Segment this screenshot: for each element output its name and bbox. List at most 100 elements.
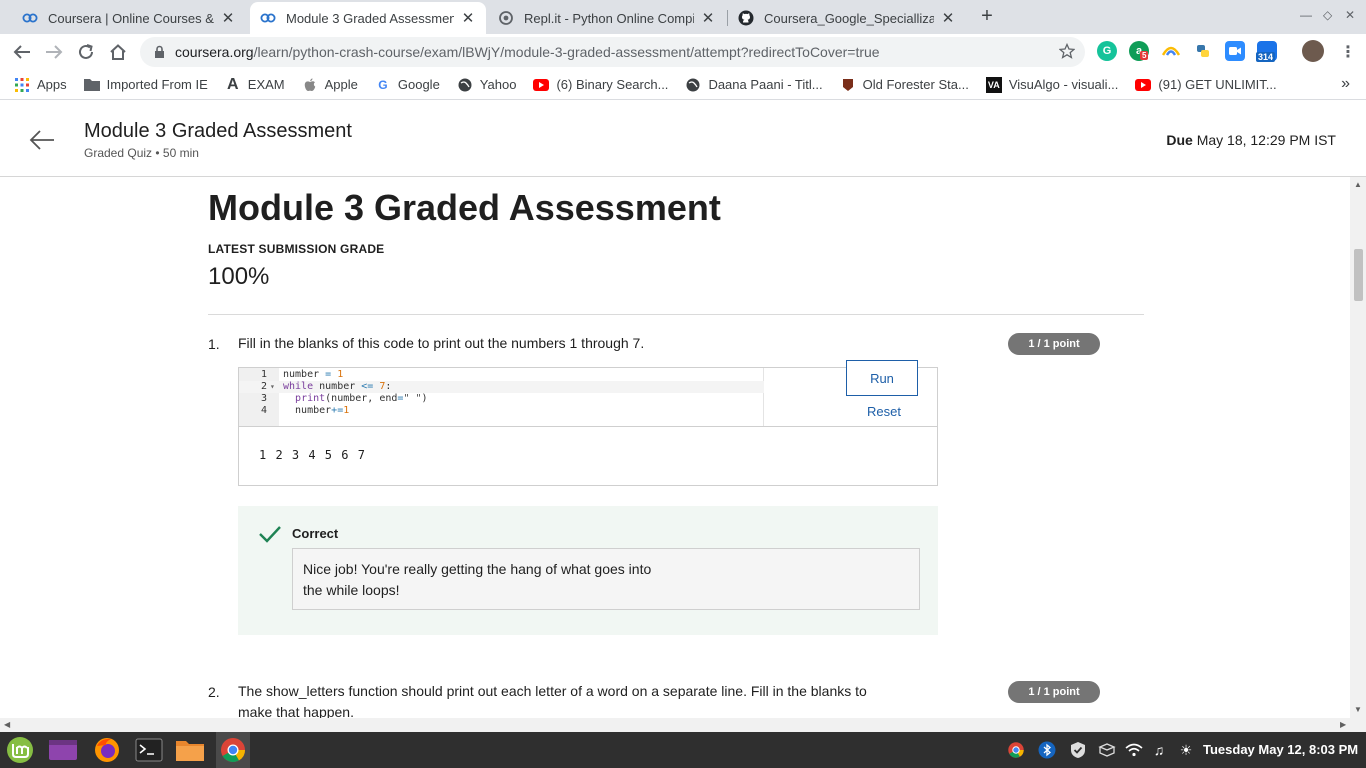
bookmark-old-forester[interactable]: Old Forester Sta... [840, 77, 969, 93]
reset-link[interactable]: Reset [867, 404, 901, 419]
tab-module-3[interactable]: Module 3 Graded Assessment ✕ [250, 2, 486, 34]
due-value: May 18, 12:29 PM IST [1196, 132, 1336, 148]
close-tab-icon[interactable]: ✕ [220, 9, 236, 27]
github-icon [738, 10, 754, 26]
calendar-extension-icon[interactable]: 314 [1256, 41, 1277, 62]
clock[interactable]: Tuesday May 12, 8:03 PM [1203, 742, 1358, 757]
tab-github[interactable]: Coursera_Google_Speciallizat ✕ [728, 2, 966, 34]
due-label: Due [1166, 132, 1193, 148]
restore-icon[interactable]: ◇ [1323, 8, 1332, 22]
files-icon[interactable] [174, 734, 206, 766]
bookmarks-bar: Apps Imported From IE A EXAM Apple G Goo… [0, 70, 1366, 100]
bookmark-apple[interactable]: Apple [302, 77, 358, 93]
run-button[interactable]: Run [846, 360, 918, 396]
close-tab-icon[interactable]: ✕ [940, 9, 956, 27]
avatar[interactable] [1302, 40, 1324, 62]
shield-icon[interactable] [1068, 740, 1088, 760]
desktop-icon[interactable] [47, 734, 79, 766]
points-badge: 1 / 1 point [1008, 333, 1100, 355]
close-tab-icon[interactable]: ✕ [700, 9, 716, 27]
back-arrow-icon[interactable] [28, 128, 56, 152]
tab-replit[interactable]: Repl.it - Python Online Compil ✕ [488, 2, 726, 34]
arc-extension-icon[interactable] [1161, 41, 1181, 61]
bookmark-google[interactable]: G Google [375, 77, 440, 93]
feedback-status: Correct [292, 526, 339, 541]
star-icon[interactable] [1058, 42, 1076, 62]
line-number: 2 [260, 381, 267, 392]
vertical-scrollbar[interactable]: ▲ ▼ [1350, 177, 1366, 718]
fold-arrow-icon[interactable]: ▾ [270, 381, 275, 393]
code-line: 1 number = 1 [239, 369, 764, 381]
code-area[interactable]: 1 number = 1 2 ▾ while number <= 7: 3 pr… [239, 368, 764, 426]
music-note-icon[interactable]: ♫ [1149, 740, 1169, 760]
firefox-icon[interactable] [91, 734, 123, 766]
coursera-icon [260, 10, 276, 26]
scroll-right-icon[interactable]: ▶ [1340, 720, 1346, 729]
forward-icon[interactable] [42, 40, 66, 64]
brightness-icon[interactable]: ☀ [1176, 740, 1196, 760]
question-number: 1. [208, 336, 220, 352]
bookmark-imported-from-ie[interactable]: Imported From IE [83, 77, 208, 93]
bookmark-daana-paani[interactable]: Daana Paani - Titl... [685, 77, 823, 93]
scroll-left-icon[interactable]: ◀ [4, 720, 10, 729]
code-output: 1 2 3 4 5 6 7 [259, 448, 366, 462]
address-bar[interactable]: coursera.org/learn/python-crash-course/e… [140, 37, 1085, 67]
assessment-heading: Module 3 Graded Assessment [208, 187, 721, 228]
reload-icon[interactable] [74, 40, 98, 64]
bookmark-yahoo[interactable]: Yahoo [457, 77, 517, 93]
bluetooth-icon[interactable] [1037, 740, 1057, 760]
bookmark-label: Apple [324, 77, 358, 92]
bookmark-label: (6) Binary Search... [556, 77, 669, 92]
scroll-down-icon[interactable]: ▼ [1354, 705, 1362, 714]
bookmark-get-unlimited[interactable]: (91) GET UNLIMIT... [1135, 77, 1277, 93]
mint-menu-icon[interactable] [4, 734, 36, 766]
close-window-icon[interactable]: ✕ [1345, 8, 1355, 22]
line-number: 4 [260, 405, 267, 416]
scrollbar-thumb[interactable] [1354, 249, 1363, 301]
minimize-icon[interactable]: — [1300, 8, 1312, 22]
taskbar: ♫ ☀ Tuesday May 12, 8:03 PM [0, 732, 1366, 768]
bookmark-label: Old Forester Sta... [862, 77, 969, 92]
zoom-icon[interactable] [1225, 41, 1245, 61]
more-bookmarks-button[interactable]: » [1341, 75, 1350, 93]
tab-title: Coursera | Online Courses & C [48, 10, 214, 26]
wifi-icon[interactable] [1124, 740, 1144, 760]
chrome-tray-icon[interactable] [1006, 740, 1026, 760]
feedback-panel: Correct Nice job! You're really getting … [238, 506, 938, 635]
scroll-up-icon[interactable]: ▲ [1354, 180, 1362, 189]
home-icon[interactable] [106, 40, 130, 64]
menu-icon[interactable]: ⋮ [1340, 42, 1356, 62]
code-line: 4 number+=1 [239, 405, 764, 417]
extension-a-icon[interactable]: a 5 [1129, 41, 1149, 61]
points-badge: 1 / 1 point [1008, 681, 1100, 703]
code-text: number = 1 [283, 369, 344, 380]
question-number: 2. [208, 684, 220, 700]
bookmark-label: (91) GET UNLIMIT... [1158, 77, 1277, 92]
code-editor: 1 number = 1 2 ▾ while number <= 7: 3 pr… [238, 360, 938, 486]
visualgo-icon: VA [985, 76, 1002, 93]
bookmark-label: Daana Paani - Titl... [708, 77, 823, 92]
horizontal-scrollbar[interactable]: ◀ ▶ [0, 718, 1366, 732]
browser-toolbar: coursera.org/learn/python-crash-course/e… [0, 34, 1366, 70]
bookmark-visualgo[interactable]: VA VisuAlgo - visuali... [985, 76, 1118, 93]
bookmark-binary-search[interactable]: (6) Binary Search... [533, 77, 668, 93]
network-card-icon[interactable] [1097, 740, 1117, 760]
output-divider [239, 426, 937, 427]
apps-grid-icon [14, 77, 30, 93]
question-text: Fill in the blanks of this code to print… [238, 335, 645, 351]
grammarly-icon[interactable]: G [1097, 41, 1117, 61]
bookmark-apps[interactable]: Apps [14, 77, 67, 93]
bookmark-label: Yahoo [479, 77, 517, 92]
code-text: number+=1 [283, 405, 350, 416]
python-icon[interactable] [1193, 41, 1213, 61]
bookmark-exam[interactable]: A EXAM [225, 76, 285, 93]
apple-icon [302, 77, 318, 93]
new-tab-button[interactable]: + [976, 6, 998, 28]
back-icon[interactable] [10, 40, 34, 64]
line-number: 1 [260, 369, 267, 380]
tab-coursera-home[interactable]: Coursera | Online Courses & C ✕ [12, 2, 246, 34]
terminal-icon[interactable] [133, 734, 165, 766]
coursera-icon [22, 10, 38, 26]
close-tab-icon[interactable]: ✕ [460, 9, 476, 27]
chrome-icon[interactable] [217, 734, 249, 766]
